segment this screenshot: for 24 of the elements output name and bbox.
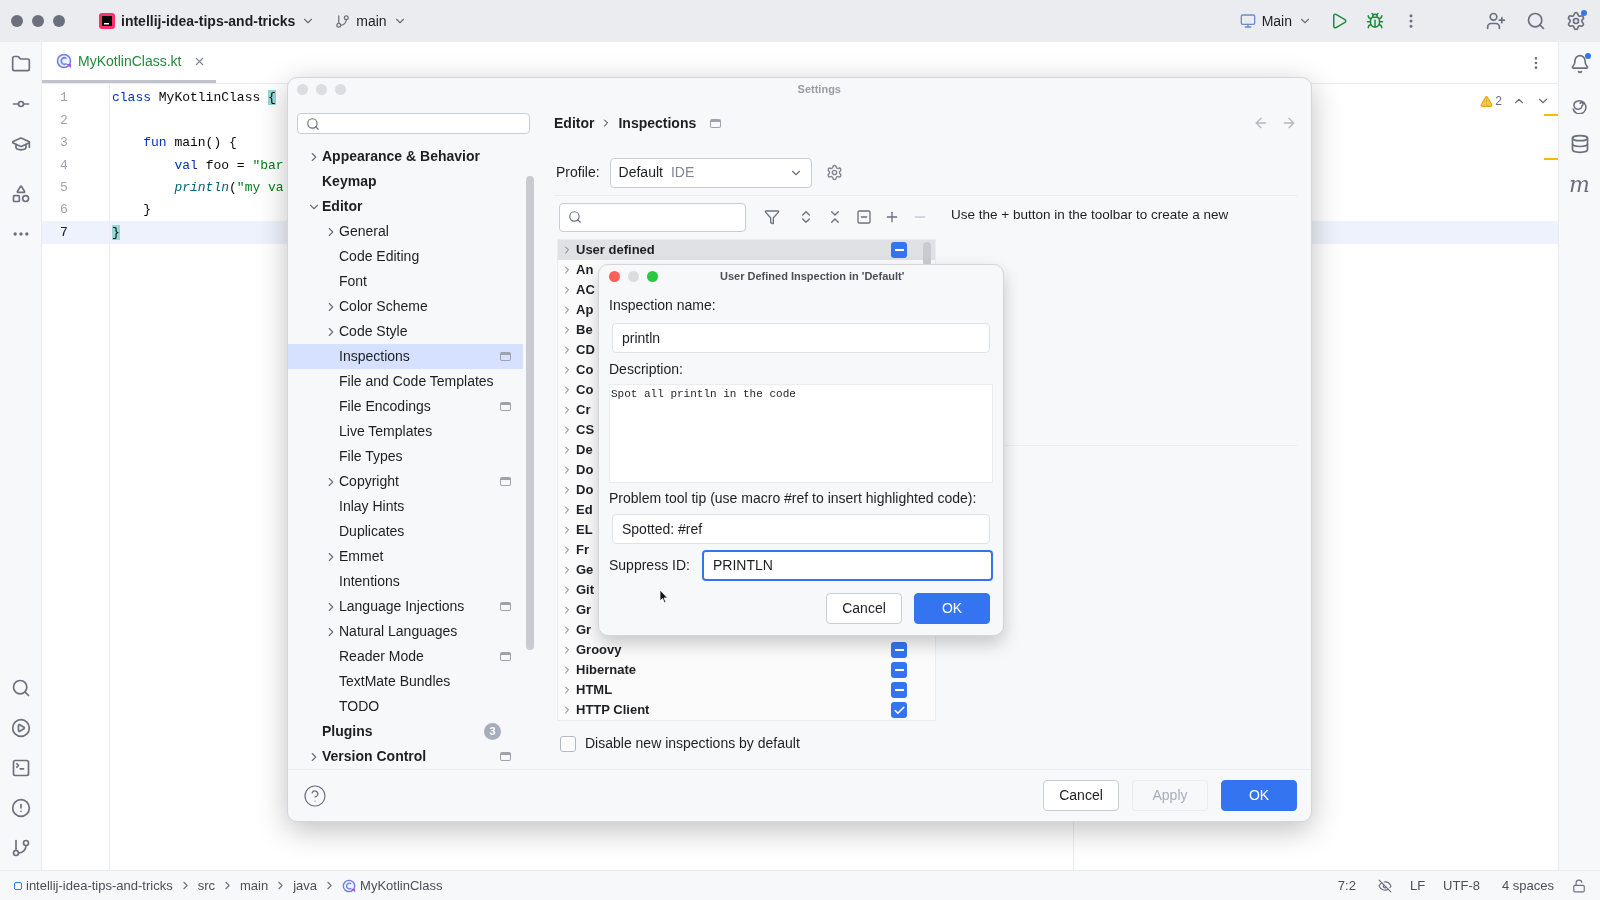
line-number: 3	[60, 134, 68, 153]
code-line: fun main() {	[142, 134, 237, 153]
dialog-title: User Defined Inspection in 'Default'	[720, 268, 905, 284]
field-label: Description:	[609, 360, 684, 379]
line-number: 1	[60, 89, 68, 108]
code-line: println("my va	[173, 179, 284, 197]
checkbox-label: Disable new inspections by default	[585, 734, 800, 753]
help-text: Use the + button in the toolbar to create a new	[951, 206, 1230, 223]
line-number: 4	[60, 156, 68, 175]
line-number: 6	[60, 201, 68, 220]
line-number: 5	[60, 179, 68, 197]
breadcrumb-item: Inspections	[618, 113, 697, 133]
count-badge: 3	[484, 723, 501, 740]
code-line: }	[142, 201, 151, 220]
field-label: Problem tool tip (use macro #ref to insert highlighted code):	[609, 489, 978, 508]
field-label: Inspection name:	[609, 296, 717, 315]
field-label: Suppress ID:	[609, 556, 690, 575]
warning-count: 2	[1495, 93, 1502, 110]
line-number: 2	[60, 111, 68, 130]
field-label: Profile:	[556, 163, 600, 182]
code-line: class MyKotlinClass {	[112, 89, 276, 108]
line-number: 7	[60, 223, 68, 242]
window-title: Settings	[797, 81, 841, 97]
code-line: val foo = "bar	[173, 156, 284, 175]
